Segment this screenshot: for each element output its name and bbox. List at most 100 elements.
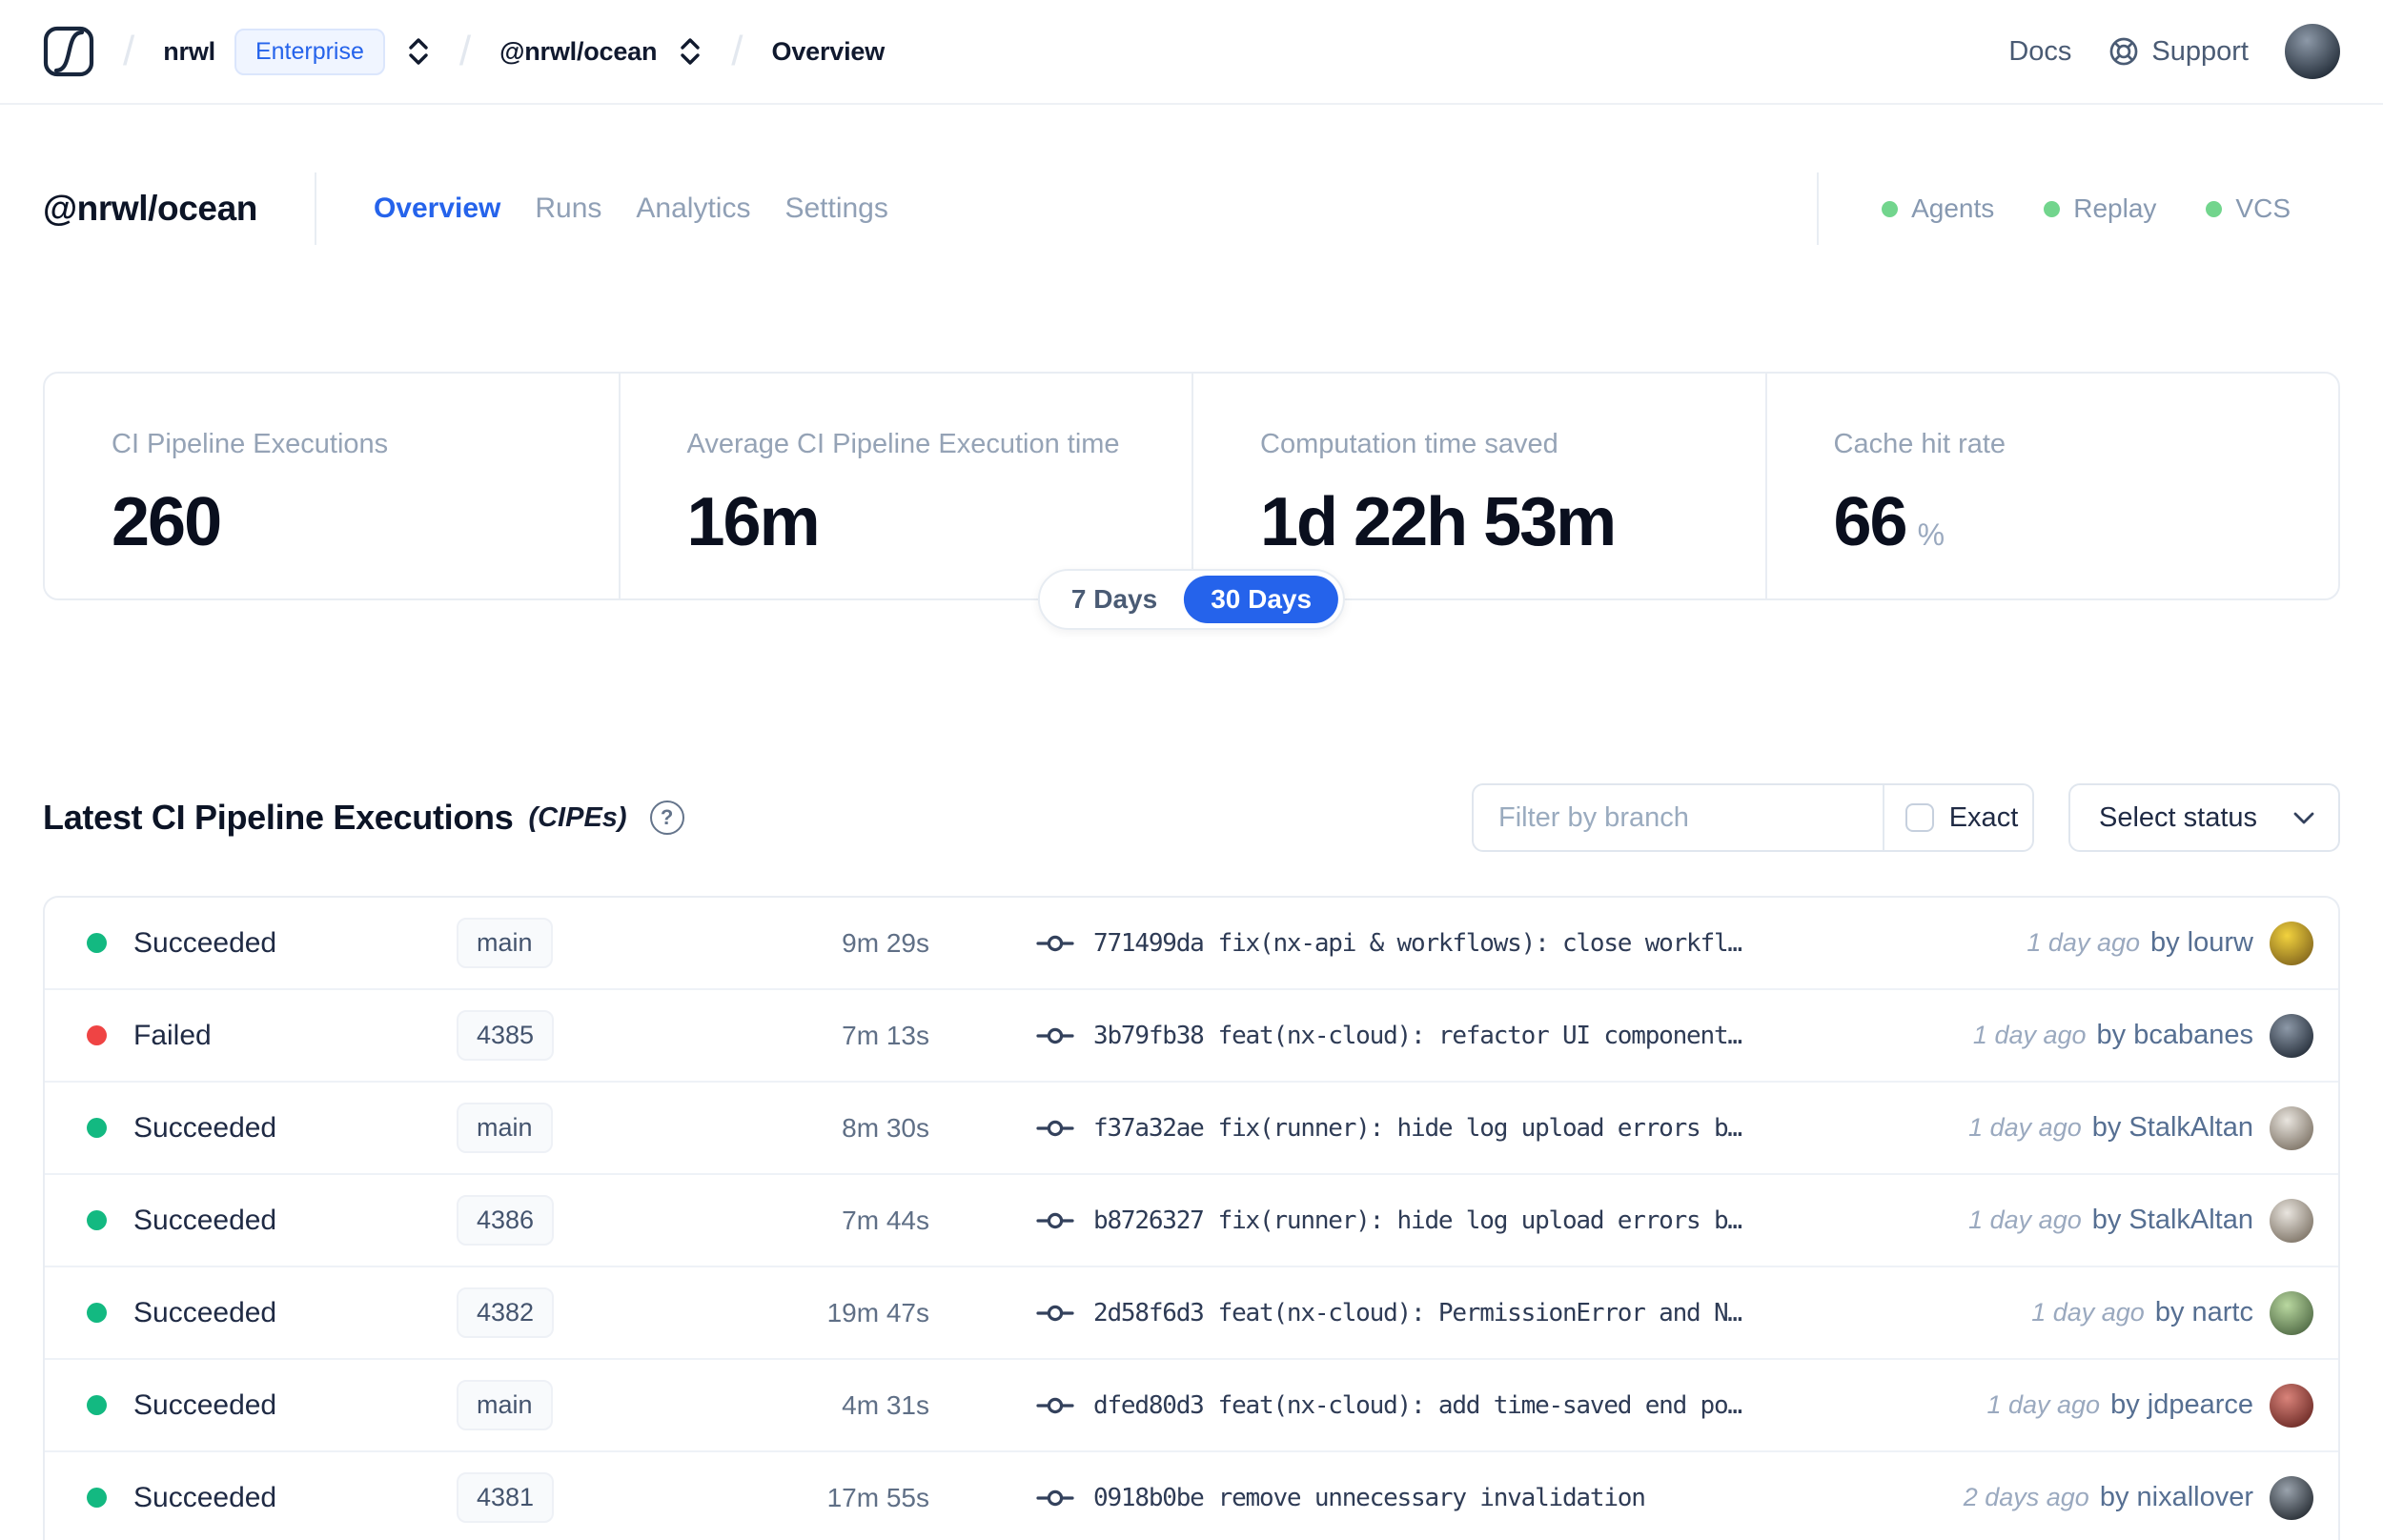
commit-subject: fix(runner): hide log upload errors b…	[1217, 1113, 1742, 1143]
commit-hash: 3b79fb38	[1093, 1021, 1205, 1050]
commit-message[interactable]: 3b79fb38 feat(nx-cloud): refactor UI com…	[1093, 1021, 1742, 1050]
help-icon[interactable]: ?	[649, 800, 684, 835]
git-commit-icon	[1036, 1305, 1074, 1321]
stat-value: 66%	[1833, 484, 1945, 560]
branch-badge[interactable]: main	[457, 1103, 553, 1153]
tab[interactable]: Runs	[535, 192, 601, 225]
breadcrumb-separator: /	[731, 28, 743, 74]
tab[interactable]: Settings	[784, 192, 887, 225]
tab[interactable]: Overview	[374, 192, 500, 225]
table-row[interactable]: Succeeded main 9m 29s 771499da fix(nx-ap…	[45, 898, 2338, 990]
commit-message[interactable]: 0918b0be remove unnecessary invalidation	[1093, 1483, 1646, 1512]
commit-message[interactable]: dfed80d3 feat(nx-cloud): add time-saved …	[1093, 1390, 1742, 1420]
workspace-switcher-chevrons-icon[interactable]	[678, 35, 703, 68]
status-dot	[2044, 200, 2061, 217]
service-status-group: Agents Replay VCS	[1817, 172, 2291, 245]
table-row[interactable]: Succeeded main 8m 30s f37a32ae fix(runne…	[45, 1083, 2338, 1175]
support-link[interactable]: Support	[2108, 35, 2249, 68]
workspace-tabs: Overview Runs Analytics Settings	[374, 192, 888, 225]
docs-link[interactable]: Docs	[2008, 36, 2071, 68]
table-row[interactable]: Succeeded 4386 7m 44s b8726327 fix(runne…	[45, 1175, 2338, 1267]
exact-label: Exact	[1948, 801, 2019, 833]
stat-label: CI Pipeline Executions	[112, 429, 389, 459]
branch-badge[interactable]: 4385	[457, 1010, 555, 1061]
status-dot	[87, 1025, 107, 1045]
status-label: Succeeded	[133, 1204, 277, 1236]
timestamp: 1 day ago	[2031, 1298, 2145, 1327]
table-row[interactable]: Succeeded 4381 17m 55s 0918b0be remove u…	[45, 1452, 2338, 1540]
section-title-suffix: (CIPEs)	[528, 801, 627, 833]
user-avatar[interactable]	[2285, 24, 2340, 79]
service-status[interactable]: VCS	[2206, 193, 2291, 224]
author: by nartc	[2154, 1297, 2253, 1327]
status-label: Succeeded	[133, 1481, 277, 1513]
commit-hash: f37a32ae	[1093, 1113, 1205, 1143]
duration: 4m 31s	[842, 1389, 929, 1420]
status-dot	[87, 1488, 107, 1508]
avatar	[2270, 921, 2313, 965]
nx-cloud-logo-icon[interactable]	[43, 26, 94, 77]
range-option[interactable]: 30 Days	[1184, 576, 1339, 623]
status-dot	[87, 1303, 107, 1323]
chevron-down-icon	[2293, 812, 2314, 823]
table-row[interactable]: Succeeded 4382 19m 47s 2d58f6d3 feat(nx-…	[45, 1267, 2338, 1360]
service-label: VCS	[2235, 193, 2291, 223]
timestamp: 2 days ago	[1963, 1483, 2089, 1511]
org-switcher-chevrons-icon[interactable]	[406, 35, 431, 68]
stat-label: Cache hit rate	[1833, 429, 2006, 459]
cipe-table: Succeeded main 9m 29s 771499da fix(nx-ap…	[43, 896, 2340, 1540]
breadcrumb-page: Overview	[771, 36, 886, 66]
duration: 8m 30s	[842, 1112, 929, 1143]
commit-hash: b8726327	[1093, 1206, 1205, 1235]
commit-hash: 0918b0be	[1093, 1483, 1205, 1512]
author: by lourw	[2150, 927, 2253, 958]
workspace-name: @nrwl/ocean	[499, 36, 658, 66]
table-row[interactable]: Succeeded main 4m 31s dfed80d3 feat(nx-c…	[45, 1360, 2338, 1452]
author: by jdpearce	[2110, 1389, 2253, 1420]
branch-badge[interactable]: main	[457, 1380, 553, 1430]
git-commit-icon	[1036, 1120, 1074, 1136]
branch-badge[interactable]: main	[457, 918, 553, 968]
exact-checkbox[interactable]	[1904, 803, 1934, 832]
stat-card: CI Pipeline Executions 260	[45, 374, 619, 598]
author: by bcabanes	[2096, 1020, 2253, 1050]
commit-message[interactable]: 2d58f6d3 feat(nx-cloud): PermissionError…	[1093, 1298, 1742, 1327]
stat-card: Average CI Pipeline Execution time 16m	[618, 374, 1192, 598]
avatar	[2270, 1475, 2313, 1520]
commit-subject: feat(nx-cloud): PermissionError and N…	[1217, 1298, 1742, 1327]
branch-badge[interactable]: 4381	[457, 1472, 555, 1523]
service-status[interactable]: Agents	[1882, 193, 1994, 224]
commit-subject: fix(runner): hide log upload errors b…	[1217, 1206, 1742, 1235]
commit-message[interactable]: f37a32ae fix(runner): hide log upload er…	[1093, 1113, 1742, 1143]
commit-hash: dfed80d3	[1093, 1390, 1205, 1420]
support-label: Support	[2151, 35, 2249, 67]
commit-message[interactable]: 771499da fix(nx-api & workflows): close …	[1093, 928, 1742, 958]
branch-badge[interactable]: 4382	[457, 1287, 555, 1338]
workspace-selector[interactable]: @nrwl/ocean	[499, 35, 703, 68]
range-option[interactable]: 7 Days	[1045, 576, 1184, 623]
branch-badge[interactable]: 4386	[457, 1195, 555, 1246]
avatar	[2270, 1290, 2313, 1335]
avatar	[2270, 1383, 2313, 1428]
status-select[interactable]: Select status	[2068, 783, 2340, 852]
service-status[interactable]: Replay	[2044, 193, 2156, 224]
tab[interactable]: Analytics	[636, 192, 750, 225]
status-label: Failed	[133, 1019, 212, 1051]
org-selector[interactable]: nrwl Enterprise	[163, 28, 431, 75]
timestamp: 1 day ago	[1968, 1206, 2082, 1234]
status-label: Succeeded	[133, 1296, 277, 1328]
duration: 17m 55s	[826, 1482, 929, 1512]
status-dot	[87, 933, 107, 953]
timestamp: 1 day ago	[1968, 1113, 2082, 1142]
exact-toggle[interactable]: Exact	[1884, 785, 2032, 850]
commit-hash: 771499da	[1093, 928, 1205, 958]
branch-filter-input[interactable]	[1474, 785, 1883, 850]
timestamp: 1 day ago	[1972, 1021, 2087, 1049]
branch-filter-group: Exact	[1472, 783, 2034, 852]
status-label: Succeeded	[133, 1388, 277, 1421]
commit-message[interactable]: b8726327 fix(runner): hide log upload er…	[1093, 1206, 1742, 1235]
status-dot	[1882, 200, 1899, 217]
status-dot	[87, 1210, 107, 1230]
table-row[interactable]: Failed 4385 7m 13s 3b79fb38 feat(nx-clou…	[45, 990, 2338, 1083]
status-dot	[87, 1118, 107, 1138]
